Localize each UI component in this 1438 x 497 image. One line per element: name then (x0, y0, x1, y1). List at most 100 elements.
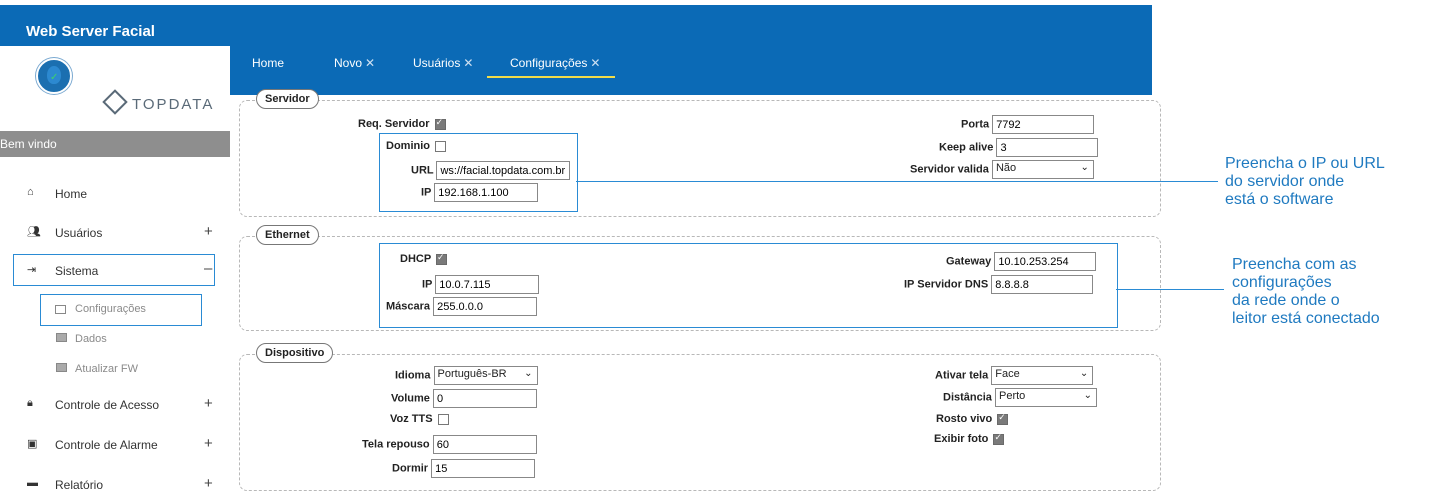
dormir-input[interactable] (431, 459, 536, 478)
req-servidor-field: Req. Servidor (358, 117, 446, 130)
expand-icon[interactable]: + (204, 435, 213, 452)
servidor-valida-select[interactable]: Não ⌄ (991, 160, 1094, 179)
gateway-input[interactable] (994, 252, 1097, 271)
url-input[interactable] (436, 161, 571, 180)
ativar-tela-field: Ativar tela Face ⌄ (935, 366, 1094, 385)
chevron-down-icon: ⌄ (1079, 368, 1089, 379)
porta-field: Porta (961, 115, 1095, 134)
close-icon[interactable]: ✕ (365, 56, 375, 70)
users-icon: 👥︎ (27, 226, 41, 238)
ip-servidor-field: IP (421, 183, 539, 202)
brand-logo: TOPDATA (102, 89, 214, 115)
keep-alive-field: Keep alive (939, 138, 1099, 157)
volume-input[interactable] (432, 389, 537, 408)
voz-tts-checkbox[interactable] (437, 413, 449, 425)
sidebar-subitem-configuracoes[interactable]: Configurações (40, 294, 202, 326)
sidebar-subitem-dados[interactable]: Dados (56, 333, 107, 345)
monitor-icon (55, 305, 66, 314)
exibir-foto-field: Exibir foto (934, 432, 1005, 445)
chevron-down-icon: ⌄ (1083, 390, 1092, 401)
sidebar-item-controle-alarme[interactable]: ▣ Controle de Alarme + (0, 433, 230, 457)
sidebar-subitem-label: Atualizar FW (75, 363, 138, 375)
brand-cube-icon (102, 89, 128, 115)
sidebar-item-label: Usuários (55, 226, 103, 240)
volume-field: Volume (391, 389, 537, 408)
sidebar: ✓ TOPDATA Bem vindo ⌂ Home 👥︎ Usuários +… (0, 46, 230, 495)
dhcp-field: DHCP (400, 252, 448, 265)
expand-icon[interactable]: + (204, 223, 213, 240)
logo-area: ✓ TOPDATA (0, 46, 230, 131)
ethernet-legend: Ethernet (256, 225, 319, 245)
welcome-bar: Bem vindo (0, 131, 230, 157)
voz-tts-field: Voz TTS (390, 413, 449, 425)
sidebar-item-label: Controle de Acesso (55, 398, 160, 412)
ativar-tela-select[interactable]: Face ⌄ (991, 366, 1094, 385)
report-icon: ▬ (27, 477, 38, 489)
sidebar-item-label: Home (55, 187, 88, 201)
server-callout: Preencha o IP ou URL do servidor onde es… (1225, 155, 1385, 208)
keep-alive-input[interactable] (996, 138, 1099, 157)
data-icon (56, 333, 67, 342)
chevron-down-icon: ⌄ (524, 368, 533, 379)
porta-input[interactable] (992, 115, 1095, 134)
dns-field: IP Servidor DNS (904, 275, 1094, 294)
servidor-legend: Servidor (256, 89, 319, 109)
calendar-icon: ▣ (27, 438, 38, 450)
sidebar-item-home[interactable]: ⌂ Home (0, 182, 230, 206)
dominio-field: Dominio (386, 140, 447, 152)
tela-repouso-input[interactable] (432, 435, 537, 454)
sidebar-item-label: Sistema (55, 264, 99, 278)
login-icon: ⇥ (27, 264, 37, 276)
ip-ethernet-input[interactable] (435, 275, 540, 294)
close-icon[interactable]: ✕ (590, 56, 600, 70)
collapse-icon[interactable]: – (204, 260, 212, 277)
sidebar-subitem-label: Dados (75, 333, 107, 345)
user-avatar-icon[interactable]: ✓ (36, 58, 72, 94)
ip-ethernet-field: IP (422, 275, 540, 294)
tab-home[interactable]: Home (252, 56, 284, 78)
sidebar-subitem-atualizar-fw[interactable]: Atualizar FW (56, 363, 138, 375)
home-icon: ⌂ (27, 186, 34, 198)
mascara-field: Máscara (386, 297, 538, 316)
dispositivo-legend: Dispositivo (256, 343, 334, 363)
sidebar-item-label: Controle de Alarme (55, 438, 158, 452)
sidebar-item-label: Relatório (55, 478, 104, 492)
chevron-down-icon: ⌄ (1080, 162, 1089, 173)
expand-icon[interactable]: + (204, 475, 213, 492)
ip-servidor-input[interactable] (434, 183, 539, 202)
app-title: Web Server Facial (26, 23, 155, 40)
idioma-field: Idioma Português-BR ⌄ (395, 366, 538, 385)
gateway-field: Gateway (946, 252, 1097, 271)
dns-input[interactable] (991, 275, 1094, 294)
sidebar-item-relatorio[interactable]: ▬ Relatório + (0, 473, 230, 497)
dhcp-checkbox[interactable] (436, 252, 448, 265)
distancia-field: Distância Perto ⌄ (943, 388, 1097, 407)
idioma-select[interactable]: Português-BR ⌄ (433, 366, 538, 385)
rosto-vivo-checkbox[interactable] (997, 412, 1009, 425)
dormir-field: Dormir (392, 459, 536, 478)
servidor-valida-field: Servidor valida Não ⌄ (910, 160, 1094, 179)
sidebar-item-usuarios[interactable]: 👥︎ Usuários + (0, 221, 230, 245)
dominio-checkbox[interactable] (435, 140, 447, 152)
mascara-input[interactable] (433, 297, 538, 316)
firmware-icon (56, 363, 67, 372)
tab-configuracoes[interactable]: Configurações ✕ (487, 56, 615, 78)
tab-usuarios[interactable]: Usuários ✕ (413, 56, 473, 78)
exibir-foto-checkbox[interactable] (993, 432, 1005, 445)
sidebar-item-sistema[interactable]: ⇥ Sistema – (13, 254, 215, 286)
tab-novo[interactable]: Novo ✕ (334, 56, 375, 78)
network-callout-line (1116, 289, 1224, 290)
lock-icon: 🔒︎ (27, 397, 33, 409)
welcome-text: Bem vindo (0, 137, 57, 151)
sidebar-item-controle-acesso[interactable]: 🔒︎ Controle de Acesso + (0, 393, 230, 417)
req-servidor-checkbox[interactable] (434, 117, 446, 130)
close-icon[interactable]: ✕ (463, 56, 473, 70)
tela-repouso-field: Tela repouso (362, 435, 537, 454)
distancia-select[interactable]: Perto ⌄ (994, 388, 1097, 407)
server-callout-line (576, 181, 1218, 182)
expand-icon[interactable]: + (204, 395, 213, 412)
sidebar-subitem-label: Configurações (75, 303, 146, 315)
network-callout: Preencha com as configurações da rede on… (1232, 256, 1380, 327)
url-field: URL (411, 161, 571, 180)
rosto-vivo-field: Rosto vivo (936, 412, 1009, 425)
